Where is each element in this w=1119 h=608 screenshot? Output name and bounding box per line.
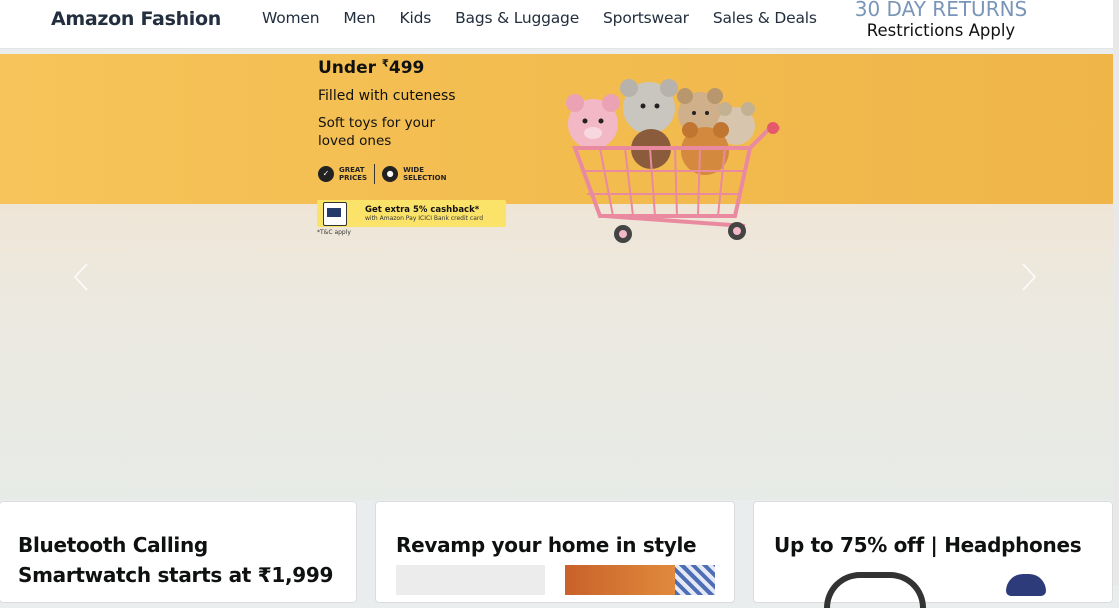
price-tag-icon: ✓	[318, 166, 334, 182]
chevron-right-icon	[1022, 263, 1037, 291]
hero-background	[0, 204, 1113, 500]
banner-price-prefix: Under	[318, 58, 382, 78]
credit-card-icon	[323, 201, 347, 226]
returns-subtitle: Restrictions Apply	[866, 21, 1016, 40]
chevron-left-icon	[73, 263, 88, 291]
hero-carousel[interactable]: Under ₹499 Filled with cuteness Soft toy…	[0, 54, 1113, 500]
vertical-scrollbar[interactable]	[1113, 0, 1119, 585]
top-navbar: Amazon Fashion Women Men Kids Bags & Lug…	[0, 0, 1119, 49]
card-smartwatch[interactable]: Bluetooth Calling Smartwatch starts at ₹…	[0, 501, 357, 603]
nav-link-sportswear[interactable]: Sportswear	[603, 9, 689, 27]
feature-divider	[374, 164, 376, 184]
feature-1-line-2: PRICES	[339, 174, 368, 182]
card-smartwatch-title-line-2: Smartwatch starts at ₹1,999	[18, 563, 334, 587]
banner-description: Soft toys for your loved ones	[318, 115, 436, 149]
returns-title: 30 DAY RETURNS	[854, 0, 1028, 21]
feature-1-line-1: GREAT	[339, 166, 365, 174]
card-smartwatch-title-line-1: Bluetooth Calling	[18, 533, 208, 557]
selection-icon: ●	[382, 166, 399, 182]
nav-link-sales-deals[interactable]: Sales & Deals	[713, 9, 817, 27]
banner-price-title: Under ₹499	[318, 58, 468, 78]
nav-link-bags-luggage[interactable]: Bags & Luggage	[455, 9, 579, 27]
cashback-sub-text: with Amazon Pay ICICI Bank credit card	[365, 215, 484, 222]
card-headphones[interactable]: Up to 75% off | Headphones	[753, 501, 1113, 608]
earbuds-thumb[interactable]	[1006, 574, 1046, 596]
cashback-offer[interactable]: Get extra 5% cashback* with Amazon Pay I…	[317, 200, 506, 227]
returns-badge: 30 DAY RETURNS Restrictions Apply	[846, 0, 1036, 40]
terms-note: *T&C apply	[317, 229, 351, 236]
banner-price-symbol: ₹	[381, 58, 389, 70]
cashback-main-text: Get extra 5% cashback*	[365, 205, 480, 215]
banner-features: ✓ GREAT PRICES ● WIDE SELECTION	[318, 164, 447, 184]
card-home-decor[interactable]: Revamp your home in style	[375, 501, 735, 603]
banner-copy: Under ₹499 Filled with cuteness Soft toy…	[318, 58, 468, 150]
card-home-title: Revamp your home in style	[396, 533, 697, 557]
home-decor-thumb-2[interactable]	[565, 565, 675, 595]
home-decor-thumb-3[interactable]	[675, 565, 715, 595]
feature-2-line-1: WIDE	[403, 166, 425, 174]
card-smartwatch-title: Bluetooth Calling Smartwatch starts at ₹…	[18, 530, 333, 590]
nav-link-women[interactable]: Women	[262, 9, 320, 27]
brand-logo-text[interactable]: Amazon Fashion	[51, 8, 221, 30]
carousel-prev-button[interactable]	[72, 262, 90, 298]
headphones-thumb[interactable]	[824, 572, 926, 608]
feature-great-prices: ✓ GREAT PRICES	[318, 166, 367, 182]
nav-link-men[interactable]: Men	[343, 9, 375, 27]
carousel-next-button[interactable]	[1020, 262, 1038, 298]
banner-subtitle: Filled with cuteness	[318, 88, 456, 104]
teddy-cart-image	[566, 79, 780, 243]
card-headphones-title: Up to 75% off | Headphones	[774, 533, 1082, 557]
feature-wide-selection: ● WIDE SELECTION	[382, 166, 447, 182]
banner-price-value: 499	[388, 58, 425, 78]
home-decor-thumb-1[interactable]	[396, 565, 545, 595]
feature-2-line-2: SELECTION	[403, 174, 447, 182]
nav-link-kids[interactable]: Kids	[400, 9, 432, 27]
nav-links: Women Men Kids Bags & Luggage Sportswear…	[262, 9, 841, 27]
